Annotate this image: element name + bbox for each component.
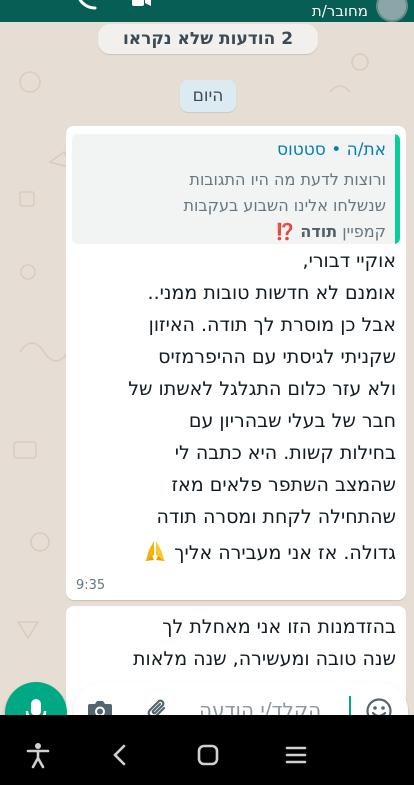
message-text: גדולה. אז אני מעבירה אליך <box>174 542 396 564</box>
recent-apps-icon[interactable] <box>282 741 310 769</box>
contact-status: מחובר/ת <box>311 2 368 20</box>
quote-author: את/ה • סטטוס <box>277 140 386 160</box>
message-text-line: אוקיי דבורי, <box>302 250 396 272</box>
quoted-status-reply[interactable]: את/ה • סטטוס ורוצות לדעת מה היו התגובות … <box>72 134 400 244</box>
incoming-message[interactable]: את/ה • סטטוס ורוצות לדעת מה היו התגובות … <box>66 126 406 600</box>
quote-text: קמפיין <box>342 222 386 241</box>
home-icon[interactable] <box>194 741 222 769</box>
avatar[interactable] <box>376 0 408 22</box>
message-text-line: ולא עזר כלום התגלגל לאשתו של <box>128 378 396 400</box>
message-timestamp: 9:35 <box>76 578 106 593</box>
message-text-line: חבר של בעלי שבהריון עם <box>188 410 396 432</box>
quote-text-line: שנשלחו אלינו השבוע בעקבות <box>183 196 386 215</box>
quote-text-line: קמפיין תודה ⁉️ <box>275 222 386 241</box>
quote-accent-bar <box>395 134 400 244</box>
message-text-line: גדולה. אז אני מעבירה אליך <box>142 538 396 564</box>
camera-icon[interactable] <box>87 698 113 715</box>
message-text-line: שקניתי לגיסתי עם ההיפרמזיס <box>158 346 396 368</box>
message-text-line: אומנם לא חדשות טובות ממני.. <box>147 282 396 304</box>
microphone-icon <box>25 699 47 715</box>
quote-bold-text: תודה <box>300 222 338 241</box>
unread-messages-banner: 2 הודעות שלא נקראו <box>98 24 318 54</box>
chat-area[interactable]: 2 הודעות שלא נקראו היום את/ה • סטטוס ורו… <box>0 22 414 715</box>
message-text-line: שהמצב השתפר פלאים מאז <box>171 474 396 496</box>
message-text-line: בחילות קשות. היא כתבה לי <box>174 442 396 464</box>
message-placeholder: הקלד/י הודעה <box>199 698 322 715</box>
message-input[interactable]: הקלד/י הודעה <box>73 682 408 715</box>
quote-text-line: ורוצות לדעת מה היו התגובות <box>189 170 386 189</box>
chat-header: מחובר/ת <box>0 0 414 22</box>
back-icon[interactable] <box>106 741 134 769</box>
video-call-icon[interactable] <box>130 0 152 10</box>
message-text-line: אבל כן מוסרת לך תודה. האיזון <box>148 314 396 336</box>
date-divider: היום <box>180 80 236 112</box>
message-text-line: שנה טובה ומעשירה, שנה מלאות <box>133 648 396 670</box>
system-navigation-bar <box>0 727 414 785</box>
phone-icon[interactable] <box>76 0 98 10</box>
exclamation-question-emoji: ⁉️ <box>275 222 296 241</box>
message-text-line: שהתחילה לקחת ומסרה תודה <box>156 506 396 528</box>
message-text-line: בהזדמנות הזו אני מאחלת לך <box>162 616 396 638</box>
paperclip-icon[interactable] <box>145 696 171 715</box>
accessibility-icon[interactable] <box>24 741 52 769</box>
emoji-icon[interactable] <box>365 697 393 715</box>
text-caret <box>349 696 351 715</box>
folded-hands-emoji-icon <box>145 541 166 561</box>
